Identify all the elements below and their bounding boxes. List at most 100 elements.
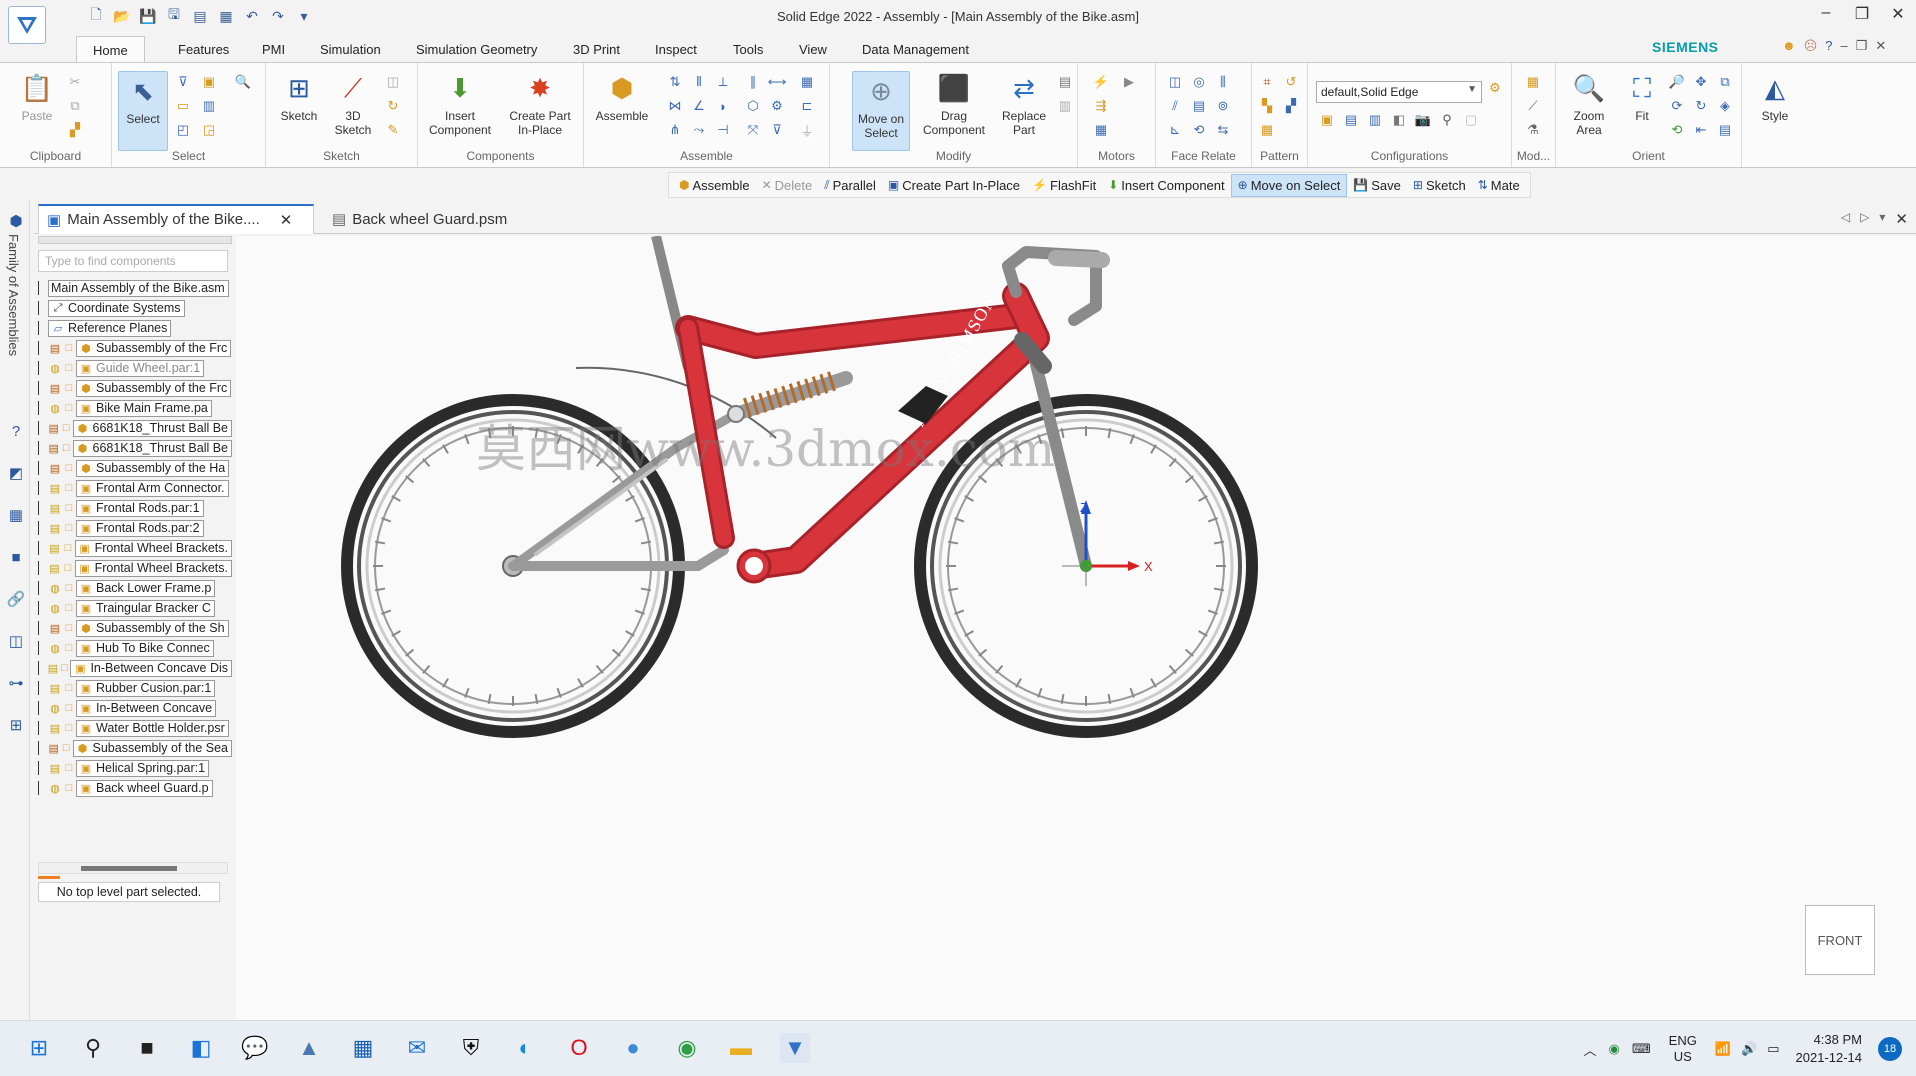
- select-parts-icon[interactable]: ◰: [174, 121, 192, 139]
- symmetric-icon[interactable]: ⫼: [1214, 73, 1232, 91]
- rigid-icon[interactable]: ⟲: [1190, 121, 1208, 139]
- chrome-icon[interactable]: ◉: [672, 1033, 702, 1063]
- 3d-viewport[interactable]: AERO-CRIMSON Z X 莫西网www.3dmox.com: [236, 236, 1916, 1020]
- move-on-select-button[interactable]: ⊕ Move on Select: [852, 71, 910, 151]
- angle-icon[interactable]: ∠: [690, 97, 708, 115]
- axial-align-icon[interactable]: ⟂: [714, 73, 732, 91]
- help-tab-icon[interactable]: ?: [5, 420, 27, 442]
- visibility-checkbox-icon[interactable]: ▤: [48, 761, 62, 775]
- cmd-mate[interactable]: ⇅ Mate: [1472, 175, 1526, 196]
- tree-item[interactable]: ▤ □ ⬢ Subassembly of the Sh: [38, 618, 232, 638]
- component-search-input[interactable]: Type to find components: [38, 250, 228, 272]
- tree-item[interactable]: ◍ □ ▣ Bike Main Frame.pa: [38, 398, 232, 418]
- tab-main-assembly[interactable]: ▣ Main Assembly of the Bike.... ✕: [38, 204, 314, 234]
- frown-icon[interactable]: ☹: [1804, 38, 1818, 54]
- tree-expander[interactable]: [38, 461, 44, 475]
- cmd-move-on-select[interactable]: ⊕ Move on Select: [1230, 173, 1348, 197]
- modify-tool-1-icon[interactable]: ▤: [1056, 73, 1074, 91]
- previous-view-icon[interactable]: ⇤: [1692, 121, 1710, 139]
- match-cs-icon[interactable]: ⋔: [666, 121, 684, 139]
- tree-item[interactable]: ▤ □ ▣ Frontal Rods.par:1: [38, 498, 232, 518]
- wifi-icon[interactable]: 📶: [1715, 1041, 1731, 1057]
- modify-tool-2-icon[interactable]: ▥: [1056, 97, 1074, 115]
- qbittorrent-icon[interactable]: ●: [618, 1033, 648, 1063]
- tangent-icon[interactable]: ◗: [714, 97, 732, 115]
- visibility-checkbox-icon[interactable]: ▤: [48, 341, 62, 355]
- cmd-save[interactable]: 💾 Save: [1347, 175, 1407, 196]
- visibility-checkbox-icon[interactable]: ▤: [48, 561, 61, 575]
- tree-item[interactable]: ▤ □ ▣ Rubber Cusion.par:1: [38, 678, 232, 698]
- mod-tool-3-icon[interactable]: ⚗: [1524, 121, 1542, 139]
- select-button[interactable]: ⬉ Select: [118, 71, 168, 151]
- solid-edge-taskbar-icon[interactable]: ▼: [780, 1033, 810, 1063]
- layers-tab-icon[interactable]: ◩: [5, 462, 27, 484]
- look-at-face-icon[interactable]: ◈: [1716, 97, 1734, 115]
- tree-expander[interactable]: [38, 621, 44, 635]
- family-of-assemblies-tab[interactable]: Family of Assemblies: [6, 234, 21, 356]
- show-hidden-icons-icon[interactable]: ︿: [1584, 1040, 1597, 1059]
- visibility-checkbox-icon[interactable]: ▤: [48, 541, 61, 555]
- cmd-parallel[interactable]: ⫽ Parallel: [818, 175, 882, 196]
- help-icon[interactable]: ?: [1825, 38, 1832, 54]
- face-parallel-icon[interactable]: ⫽: [1166, 97, 1184, 115]
- zoom-icon[interactable]: 🔎: [1668, 73, 1686, 91]
- teams-chat-icon[interactable]: 💬: [240, 1033, 270, 1063]
- mirror-icon[interactable]: ↺: [1282, 73, 1300, 91]
- visibility-checkbox-icon[interactable]: ▤: [48, 381, 62, 395]
- capture-fit-icon[interactable]: ⤧: [744, 121, 762, 139]
- pattern-tool-icon[interactable]: ▦: [1258, 121, 1276, 139]
- find-icon[interactable]: 🔍: [234, 73, 252, 91]
- keyboard-icon[interactable]: ⌨: [1632, 1041, 1651, 1057]
- store-icon[interactable]: ▦: [348, 1033, 378, 1063]
- cmd-assemble[interactable]: ⬢ Assemble: [673, 175, 756, 196]
- cmd-delete[interactable]: ✕ Delete: [756, 175, 819, 196]
- widgets-icon[interactable]: ◧: [186, 1033, 216, 1063]
- visibility-checkbox-icon[interactable]: ▤: [47, 741, 60, 755]
- tree-item[interactable]: ◍ □ ▣ Guide Wheel.par:1: [38, 358, 232, 378]
- visibility-checkbox-icon[interactable]: ◍: [48, 641, 62, 655]
- ground-icon[interactable]: ⏚: [798, 121, 816, 139]
- visibility-checkbox-icon[interactable]: ▤: [48, 521, 62, 535]
- select-tools-icon[interactable]: ▣: [200, 73, 218, 91]
- tree-item[interactable]: ▤ □ ⬢ Subassembly of the Frc: [38, 338, 232, 358]
- visibility-checkbox-icon[interactable]: ▤: [48, 481, 62, 495]
- tree-expander[interactable]: [38, 361, 44, 375]
- visibility-checkbox-icon[interactable]: ▤: [47, 441, 60, 455]
- tab-inspect[interactable]: Inspect: [655, 42, 697, 57]
- along-curve-icon[interactable]: ▞: [1282, 97, 1300, 115]
- tree-item[interactable]: ▤ □ ▣ In-Between Concave Dis: [38, 658, 232, 678]
- visibility-checkbox-icon[interactable]: ▤: [48, 681, 62, 695]
- config-tool-3-icon[interactable]: ▥: [1366, 111, 1384, 129]
- tree-item[interactable]: ▱ Reference Planes: [38, 318, 232, 338]
- file-explorer-icon[interactable]: ▬: [726, 1033, 756, 1063]
- tab-simulation[interactable]: Simulation: [320, 42, 381, 57]
- tree-expander[interactable]: [38, 301, 44, 315]
- zoom-area-button[interactable]: 🔍 Zoom Area: [1564, 71, 1614, 137]
- select-group-icon[interactable]: ▥: [200, 97, 218, 115]
- path-icon[interactable]: ⤳: [690, 121, 708, 139]
- tree-expander[interactable]: [38, 581, 44, 595]
- tree-item[interactable]: ▤ □ ▣ Helical Spring.par:1: [38, 758, 232, 778]
- fit-button[interactable]: ⛶ Fit: [1620, 71, 1664, 123]
- mate-icon[interactable]: ⇅: [666, 73, 684, 91]
- aligned-icon[interactable]: ▤: [1190, 97, 1208, 115]
- tree-item[interactable]: ▤ □ ▣ Frontal Wheel Brackets.: [38, 558, 232, 578]
- tree-expander[interactable]: [38, 541, 44, 555]
- relationship-icon[interactable]: ⊽: [768, 121, 786, 139]
- close-tab-icon[interactable]: ✕: [280, 211, 293, 229]
- sensor-tab-icon[interactable]: ◫: [5, 630, 27, 652]
- duplicate-icon[interactable]: ▚: [1258, 97, 1276, 115]
- visibility-checkbox-icon[interactable]: ▤: [48, 621, 62, 635]
- input-language[interactable]: ENG US: [1669, 1033, 1697, 1065]
- 3d-sketch-button[interactable]: ⟋ 3D Sketch: [330, 71, 376, 137]
- notification-badge[interactable]: 18: [1878, 1037, 1902, 1061]
- ribbon-close-icon[interactable]: ✕: [1875, 38, 1886, 54]
- visibility-checkbox-icon[interactable]: ▤: [47, 661, 59, 675]
- pathfinder-grip[interactable]: [38, 236, 232, 244]
- pathfinder-scrollbar[interactable]: [38, 862, 228, 874]
- tree-item[interactable]: ▤ □ ⬢ Subassembly of the Ha: [38, 458, 232, 478]
- tree-item[interactable]: ▤ □ ▣ Frontal Arm Connector.: [38, 478, 232, 498]
- mod-tool-1-icon[interactable]: ▦: [1524, 73, 1542, 91]
- close-icon[interactable]: ✕: [1880, 4, 1916, 24]
- tab-tools[interactable]: Tools: [733, 42, 763, 57]
